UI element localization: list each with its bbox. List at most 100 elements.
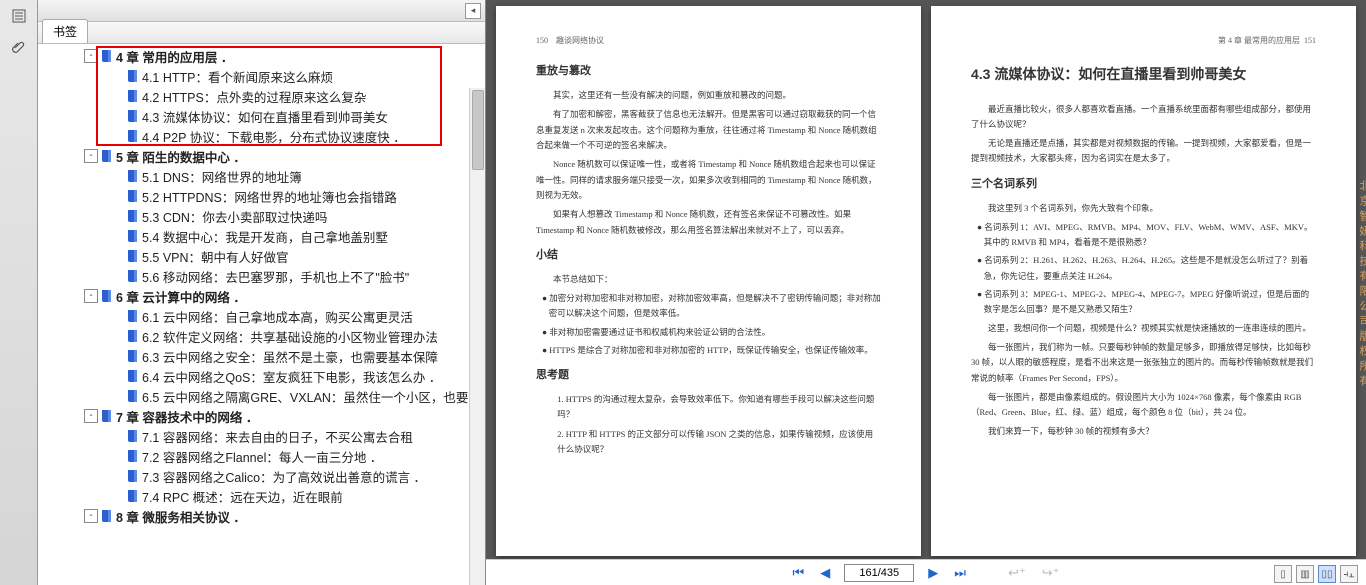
bookmark-item[interactable]: 7.1 容器网络：来去自由的日子，不买公寓去合租 xyxy=(38,426,485,446)
prev-page-button[interactable]: ◀ xyxy=(818,565,832,581)
section-heading: 重放与篡改 xyxy=(536,62,881,82)
bookmark-label: 6.1 云中网络：自己拿地成本高，购买公寓更灵活 xyxy=(142,307,413,326)
question-item: 2. HTTP 和 HTTPS 的正文部分可以传输 JSON 之类的信息，如果传… xyxy=(536,427,881,458)
toggle-spacer xyxy=(110,349,124,363)
bookmark-item[interactable]: - 5 章 陌生的数据中心 ． xyxy=(38,146,485,166)
body-text: 我们来算一下，每秒钟 30 帧的视频有多大？ xyxy=(971,424,1316,439)
document-viewer: 150 趣谈网络协议 重放与篡改 其实，这里还有一些没有解决的问题，例如重放和篡… xyxy=(486,0,1366,585)
bookmark-icon xyxy=(100,149,112,163)
book-view-button[interactable]: ⫞⫠ xyxy=(1340,565,1358,583)
toggle-spacer xyxy=(110,329,124,343)
bookmark-label: 5 章 陌生的数据中心 ． xyxy=(116,147,246,166)
bookmark-tree[interactable]: -4 章 常用的应用层 ．4.1 HTTP：看个新闻原来这么麻烦4.2 HTTP… xyxy=(38,44,485,585)
bookmark-icon xyxy=(126,269,138,283)
chapter-heading: 4.3 流媒体协议：如何在直播里看到帅哥美女 xyxy=(971,62,1316,87)
toggle-spacer xyxy=(110,309,124,323)
next-page-button[interactable]: ▶ xyxy=(926,565,940,581)
bookmark-item[interactable]: -8 章 微服务相关协议 ． xyxy=(38,506,485,526)
page-right: 第 4 章 最常用的应用层 151 4.3 流媒体协议：如何在直播里看到帅哥美女… xyxy=(931,6,1356,556)
toggle-spacer xyxy=(110,449,124,463)
bookmark-label: 7.2 容器网络之Flannel：每人一亩三分地 ． xyxy=(142,447,382,466)
watermark-text: 北京智妍科技有限公司版权所有 xyxy=(1356,180,1366,390)
toggle-spacer xyxy=(110,369,124,383)
bookmark-label: 7 章 容器技术中的网络 ． xyxy=(116,407,258,426)
bookmark-icon xyxy=(126,69,138,83)
bookmark-icon xyxy=(126,489,138,503)
collapse-icon[interactable]: - xyxy=(84,409,98,423)
bookmark-item[interactable]: -6 章 云计算中的网络 ． xyxy=(38,286,485,306)
bookmark-item[interactable]: 6.1 云中网络：自己拿地成本高，购买公寓更灵活 xyxy=(38,306,485,326)
bookmark-label: 4.3 流媒体协议：如何在直播里看到帅哥美女 xyxy=(142,107,388,126)
collapse-icon[interactable]: - xyxy=(84,289,98,303)
single-page-view-button[interactable]: ▯ xyxy=(1274,565,1292,583)
bookmark-icon xyxy=(126,329,138,343)
collapse-sidebar-button[interactable]: ◂ xyxy=(465,3,481,19)
bookmark-label: 6.3 云中网络之安全：虽然不是土豪，也需要基本保障 xyxy=(142,347,438,366)
bullet-item: ● 名词系列 3：MPEG-1、MPEG-2、MPEG-4、MPEG-7。MPE… xyxy=(971,287,1316,318)
bookmark-item[interactable]: 5.5 VPN：朝中有人好做官 xyxy=(38,246,485,266)
first-page-button[interactable]: ⏮ xyxy=(791,565,807,581)
bookmark-label: 5.2 HTTPDNS：网络世界的地址簿也会指错路 xyxy=(142,187,397,206)
toggle-spacer xyxy=(110,69,124,83)
bookmark-label: 5.4 数据中心：我是开发商，自己拿地盖别墅 xyxy=(142,227,388,246)
collapse-icon[interactable]: - xyxy=(84,509,98,523)
collapse-icon[interactable]: - xyxy=(84,49,98,63)
bookmark-item[interactable]: 4.4 P2P 协议：下载电影，分布式协议速度快 ． xyxy=(38,126,485,146)
bookmark-item[interactable]: 5.3 CDN：你去小卖部取过快递吗 xyxy=(38,206,485,226)
bookmark-item[interactable]: 5.4 数据中心：我是开发商，自己拿地盖别墅 xyxy=(38,226,485,246)
bookmark-label: 4.1 HTTP：看个新闻原来这么麻烦 xyxy=(142,67,333,86)
app-window: ◂ 书签 -4 章 常用的应用层 ．4.1 HTTP：看个新闻原来这么麻烦4.2… xyxy=(0,0,1366,585)
body-text: 本节总结如下： xyxy=(536,272,881,287)
outline-tool-icon[interactable] xyxy=(7,4,31,28)
bookmark-item[interactable]: 7.4 RPC 概述：远在天边，近在眼前 xyxy=(38,486,485,506)
toggle-spacer xyxy=(110,429,124,443)
bookmark-item[interactable]: - 7 章 容器技术中的网络 ． xyxy=(38,406,485,426)
bookmark-icon xyxy=(126,469,138,483)
toggle-spacer xyxy=(110,209,124,223)
bullet-item: ● 名词系列 1：AVI、MPEG、RMVB、MP4、MOV、FLV、WebM、… xyxy=(971,220,1316,251)
bullet-item: ● HTTPS 是综合了对称加密和非对称加密的 HTTP，既保证传输安全，也保证… xyxy=(536,343,881,358)
toggle-spacer xyxy=(110,109,124,123)
bookmark-item[interactable]: 4.2 HTTPS：点外卖的过程原来这么复杂 xyxy=(38,86,485,106)
running-title-right: 第 4 章 最常用的应用层 151 xyxy=(1218,34,1316,48)
two-page-view-button[interactable]: ▯▯ xyxy=(1318,565,1336,583)
collapse-icon[interactable]: - xyxy=(84,149,98,163)
bullet-item: ● 非对称加密需要通过证书和权威机构来验证公钥的合法性。 xyxy=(536,325,881,340)
scrollbar-thumb[interactable] xyxy=(472,90,484,170)
toggle-spacer xyxy=(110,189,124,203)
bookmark-icon xyxy=(126,129,138,143)
body-text: 我这里列 3 个名词系列，你先大致有个印象。 xyxy=(971,201,1316,216)
attachment-tool-icon[interactable] xyxy=(7,36,31,60)
page-number-input[interactable] xyxy=(844,564,914,582)
bookmark-item[interactable]: 7.3 容器网络之Calico：为了高效说出善意的谎言 ． xyxy=(38,466,485,486)
toggle-spacer xyxy=(110,389,124,403)
bookmark-item[interactable]: 4.3 流媒体协议：如何在直播里看到帅哥美女 xyxy=(38,106,485,126)
bookmark-item[interactable]: 5.2 HTTPDNS：网络世界的地址簿也会指错路 xyxy=(38,186,485,206)
bookmark-item[interactable]: 7.2 容器网络之Flannel：每人一亩三分地 ． xyxy=(38,446,485,466)
page-nav-bar: ⏮ ◀ ▶ ⏭ ↩⁺ ↪⁺ ▯ ▥ ▯▯ ⫞⫠ xyxy=(486,559,1366,585)
bookmark-item[interactable]: 4.1 HTTP：看个新闻原来这么麻烦 xyxy=(38,66,485,86)
bookmark-item[interactable]: 6.4 云中网络之QoS：室友疯狂下电影，我该怎么办 ． xyxy=(38,366,485,386)
bookmark-item[interactable]: 5.6 移动网络：去巴塞罗那，手机也上不了"脸书" xyxy=(38,266,485,286)
last-page-button[interactable]: ⏭ xyxy=(952,565,968,581)
sidebar-header: ◂ xyxy=(38,0,485,22)
bookmark-label: 5.3 CDN：你去小卖部取过快递吗 xyxy=(142,207,327,226)
bookmark-item[interactable]: -4 章 常用的应用层 ． xyxy=(38,46,485,66)
bookmark-label: 7.4 RPC 概述：远在天边，近在眼前 xyxy=(142,487,343,506)
bookmark-item[interactable]: 6.3 云中网络之安全：虽然不是土豪，也需要基本保障 xyxy=(38,346,485,366)
bookmark-item[interactable]: 5.1 DNS：网络世界的地址簿 xyxy=(38,166,485,186)
toggle-spacer xyxy=(110,229,124,243)
bookmark-icon xyxy=(126,349,138,363)
continuous-view-button[interactable]: ▥ xyxy=(1296,565,1314,583)
body-text: Nonce 随机数可以保证唯一性，或者将 Timestamp 和 Nonce 随… xyxy=(536,157,881,203)
page-num-left: 150 xyxy=(536,34,548,48)
bookmark-item[interactable]: 6.2 软件定义网络：共享基础设施的小区物业管理办法 xyxy=(38,326,485,346)
bookmarks-tab[interactable]: 书签 xyxy=(42,19,88,43)
bookmark-item[interactable]: 6.5 云中网络之隔离GRE、VXLAN：虽然住一个小区，也要保护隐私 xyxy=(38,386,485,406)
nav-back-button[interactable]: ↩⁺ xyxy=(1006,565,1028,581)
tree-scrollbar[interactable] xyxy=(469,88,485,585)
bullet-item: ● 名词系列 2：H.261、H.262、H.263、H.264、H.265。这… xyxy=(971,253,1316,284)
body-text: 其实，这里还有一些没有解决的问题，例如重放和篡改的问题。 xyxy=(536,88,881,103)
bookmark-icon xyxy=(126,209,138,223)
bookmark-label: 6.2 软件定义网络：共享基础设施的小区物业管理办法 xyxy=(142,327,438,346)
